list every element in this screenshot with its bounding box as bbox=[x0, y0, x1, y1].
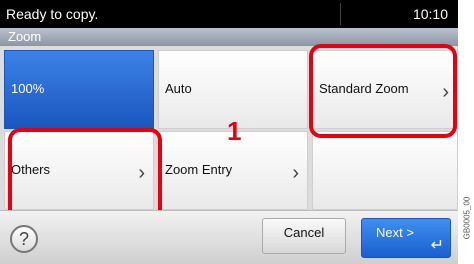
copier-panel: Ready to copy. 10:10 Zoom 100% Auto Stan… bbox=[0, 0, 458, 264]
status-time: 10:10 bbox=[412, 6, 448, 22]
step-number: 1 bbox=[227, 116, 242, 146]
next-label: Next > bbox=[376, 225, 414, 240]
next-button[interactable]: Next > ↵ bbox=[361, 218, 451, 258]
chevron-right-icon: › bbox=[292, 162, 299, 184]
enter-icon: ↵ bbox=[430, 237, 444, 254]
tile-label: Auto bbox=[165, 81, 192, 96]
zoom-100-button[interactable]: 100% bbox=[4, 50, 154, 129]
help-button[interactable]: ? bbox=[10, 225, 38, 253]
tile-label: 100% bbox=[11, 81, 45, 96]
status-bar: Ready to copy. 10:10 bbox=[0, 0, 458, 28]
empty-tile bbox=[312, 131, 458, 210]
cancel-button[interactable]: Cancel bbox=[262, 218, 346, 254]
page-title: Zoom bbox=[8, 29, 42, 44]
tile-label: Zoom Entry bbox=[165, 162, 233, 177]
help-icon: ? bbox=[18, 229, 29, 249]
standard-zoom-highlight bbox=[309, 44, 457, 138]
status-divider bbox=[340, 3, 341, 25]
status-message: Ready to copy. bbox=[6, 6, 99, 22]
figure-code: GB0005_00 bbox=[459, 172, 474, 264]
figure-code-text: GB0005_00 bbox=[462, 196, 471, 240]
